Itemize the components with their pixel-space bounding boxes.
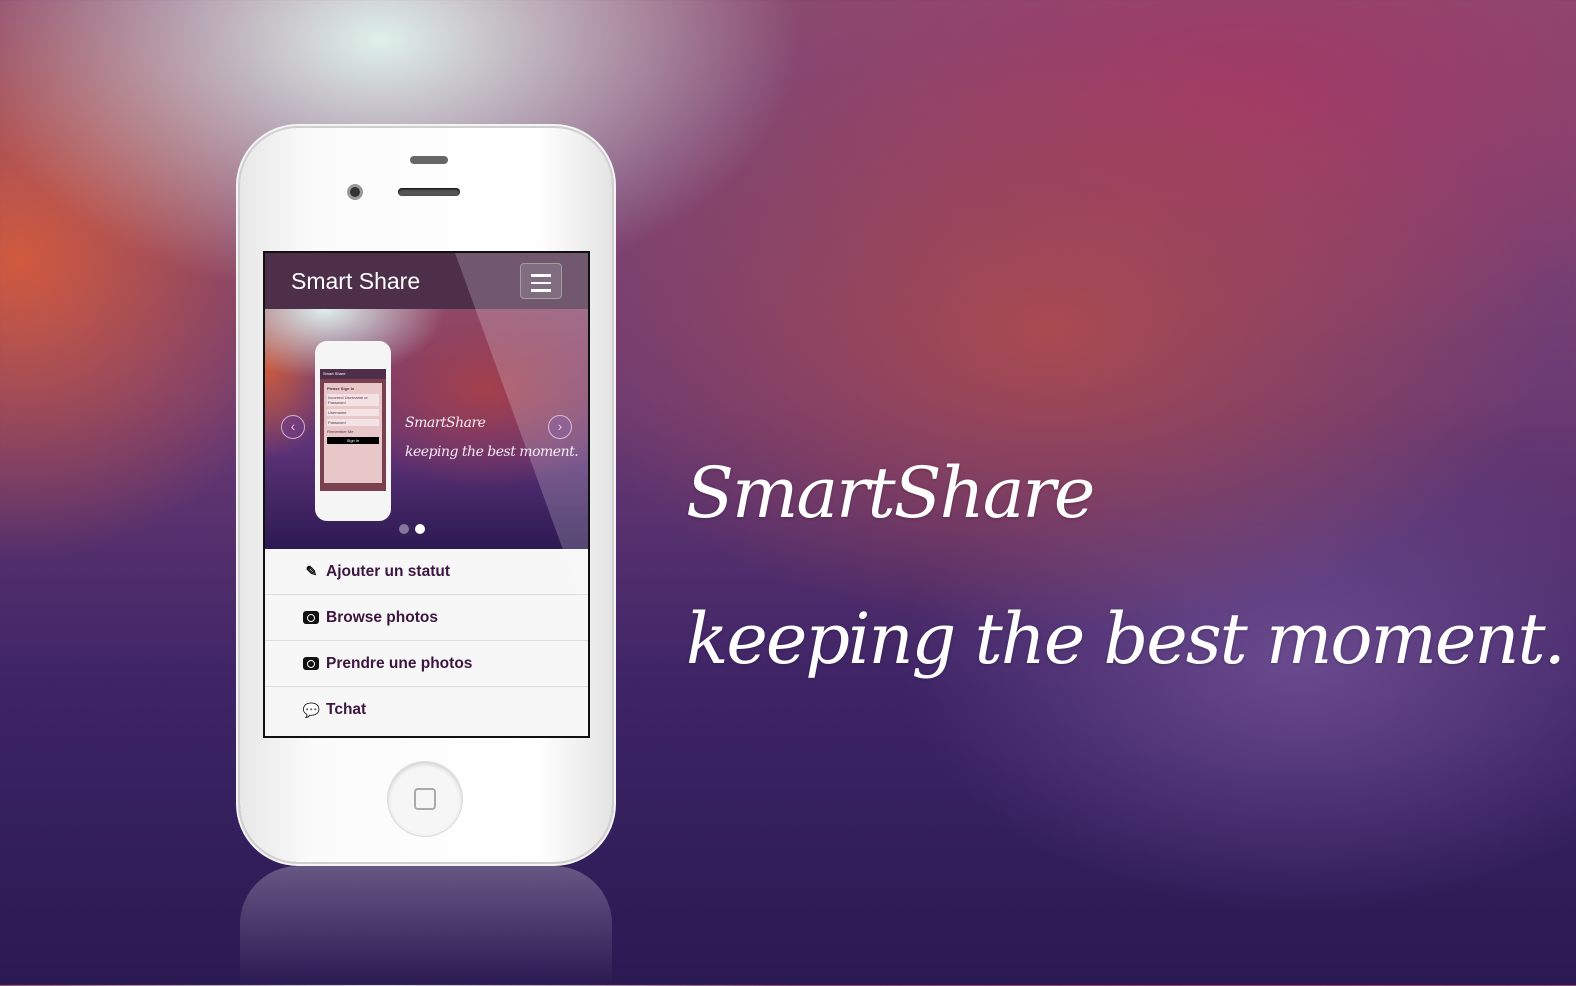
chat-icon: 💬	[302, 701, 321, 718]
camera-icon	[303, 657, 319, 670]
home-square-icon	[414, 788, 436, 810]
carousel: Smart Share Please Sign In Incorrect Use…	[265, 309, 588, 549]
menu-label: Ajouter un statut	[326, 562, 450, 580]
indicator-2[interactable]	[415, 524, 425, 534]
carousel-caption: SmartShare keeping the best moment.	[405, 409, 579, 467]
camera-icon	[303, 611, 319, 624]
edit-icon: ✎	[305, 563, 318, 579]
menu-item-browse-photos[interactable]: Browse photos	[265, 595, 588, 641]
menu-label: Browse photos	[326, 608, 438, 626]
mini-remember: Remember Me	[327, 429, 354, 434]
menu-label: Tchat	[326, 701, 367, 718]
phone-sensor	[410, 156, 448, 164]
menu-item-ajouter-statut[interactable]: ✎ Ajouter un statut	[265, 549, 588, 595]
carousel-indicators	[399, 524, 425, 534]
menu-item-tchat[interactable]: 💬 Tchat	[265, 687, 588, 733]
mini-phone-image: Smart Share Please Sign In Incorrect Use…	[315, 341, 391, 521]
menu-item-prendre-photos[interactable]: Prendre une photos	[265, 641, 588, 687]
hero-headline: SmartShare keeping the best moment.	[686, 420, 1566, 712]
front-camera	[347, 184, 363, 200]
mini-username: Username	[327, 409, 379, 416]
caption-title: SmartShare	[405, 415, 486, 431]
phone-reflection	[240, 866, 612, 986]
phone-speaker	[398, 188, 460, 196]
mini-heading: Please Sign In	[327, 386, 355, 391]
indicator-1[interactable]	[399, 524, 409, 534]
home-button[interactable]	[388, 762, 462, 836]
hero-tagline: keeping the best moment.	[686, 598, 1566, 680]
navbar-brand[interactable]: Smart Share	[291, 268, 420, 295]
mini-error: Incorrect Username or Password	[327, 394, 379, 406]
mini-brand: Smart Share	[320, 369, 386, 379]
navbar: Smart Share	[265, 253, 588, 309]
mini-signin: Sign In	[327, 437, 379, 444]
mini-password: Password	[327, 419, 379, 426]
hero-title: SmartShare	[686, 452, 1095, 534]
caption-tagline: keeping the best moment.	[405, 444, 579, 460]
carousel-prev-button[interactable]: ‹	[281, 415, 305, 439]
phone-screen: Smart Share Smart Share Please Sign In I…	[263, 251, 590, 738]
menu-label: Prendre une photos	[326, 654, 473, 672]
hamburger-icon[interactable]	[520, 263, 562, 299]
